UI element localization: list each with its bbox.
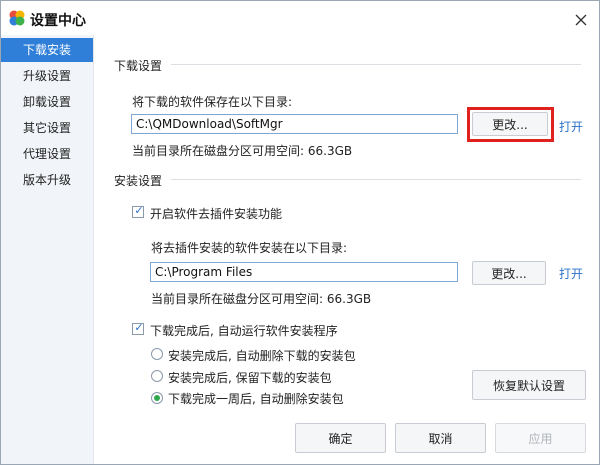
sidebar-item-download-install[interactable]: 下载安装 (1, 38, 93, 62)
sidebar-item-uninstall-settings[interactable]: 卸载设置 (1, 90, 93, 114)
install-change-button[interactable]: 更改... (472, 261, 546, 285)
radio-delete-after-week-label[interactable]: 下载完成一周后, 自动删除安装包 (168, 390, 344, 407)
sidebar-item-upgrade-settings[interactable]: 升级设置 (1, 64, 93, 88)
auto-install-checkbox[interactable]: ✓ (132, 321, 144, 335)
app-logo-icon (9, 10, 25, 26)
radio-selected-dot (154, 395, 160, 401)
download-section-title: 下载设置 (114, 59, 163, 73)
sidebar-item-proxy-settings[interactable]: 代理设置 (1, 142, 93, 166)
checkmark-icon: ✓ (134, 204, 144, 217)
sidebar-item-version-upgrade[interactable]: 版本升级 (1, 168, 93, 192)
plugin-checkbox[interactable]: ✓ (132, 204, 144, 218)
checkmark-icon: ✓ (134, 321, 144, 334)
install-space-text: 当前目录所在磁盘分区可用空间: 66.3GB (151, 292, 372, 306)
install-dir-label: 将去插件安装的软件安装在以下目录: (151, 241, 348, 255)
download-path-field[interactable] (131, 114, 458, 134)
close-button[interactable] (569, 7, 593, 31)
download-open-link[interactable]: 打开 (559, 118, 583, 135)
radio-delete-after-install-label[interactable]: 安装完成后, 自动删除下载的安装包 (168, 347, 356, 364)
install-section-divider (171, 179, 581, 180)
settings-window: 设置中心 下载安装 升级设置 卸载设置 其它设置 代理设置 版本升级 下载设置 … (0, 0, 600, 465)
close-icon (575, 14, 587, 25)
radio-delete-after-week[interactable] (151, 392, 163, 404)
install-section-title: 安装设置 (114, 174, 163, 188)
highlight-box (467, 107, 554, 142)
install-path-field[interactable] (150, 262, 458, 282)
download-save-label: 将下载的软件保存在以下目录: (132, 95, 293, 109)
install-open-link[interactable]: 打开 (559, 265, 583, 282)
sidebar: 下载安装 升级设置 卸载设置 其它设置 代理设置 版本升级 (1, 35, 94, 464)
auto-install-label[interactable]: 下载完成后, 自动运行软件安装程序 (150, 322, 338, 339)
radio-delete-after-install[interactable] (151, 348, 163, 360)
apply-button[interactable]: 应用 (495, 423, 586, 453)
cancel-button[interactable]: 取消 (395, 423, 486, 453)
ok-button[interactable]: 确定 (295, 423, 386, 453)
download-section-divider (171, 64, 581, 65)
window-title: 设置中心 (30, 13, 86, 29)
title-bar: 设置中心 (1, 1, 599, 35)
plugin-checkbox-label[interactable]: 开启软件去插件安装功能 (150, 205, 282, 222)
sidebar-item-other-settings[interactable]: 其它设置 (1, 116, 93, 140)
radio-keep-after-install-label[interactable]: 安装完成后, 保留下载的安装包 (168, 369, 332, 386)
restore-defaults-button[interactable]: 恢复默认设置 (472, 370, 586, 400)
download-space-text: 当前目录所在磁盘分区可用空间: 66.3GB (132, 144, 353, 158)
radio-keep-after-install[interactable] (151, 370, 163, 382)
